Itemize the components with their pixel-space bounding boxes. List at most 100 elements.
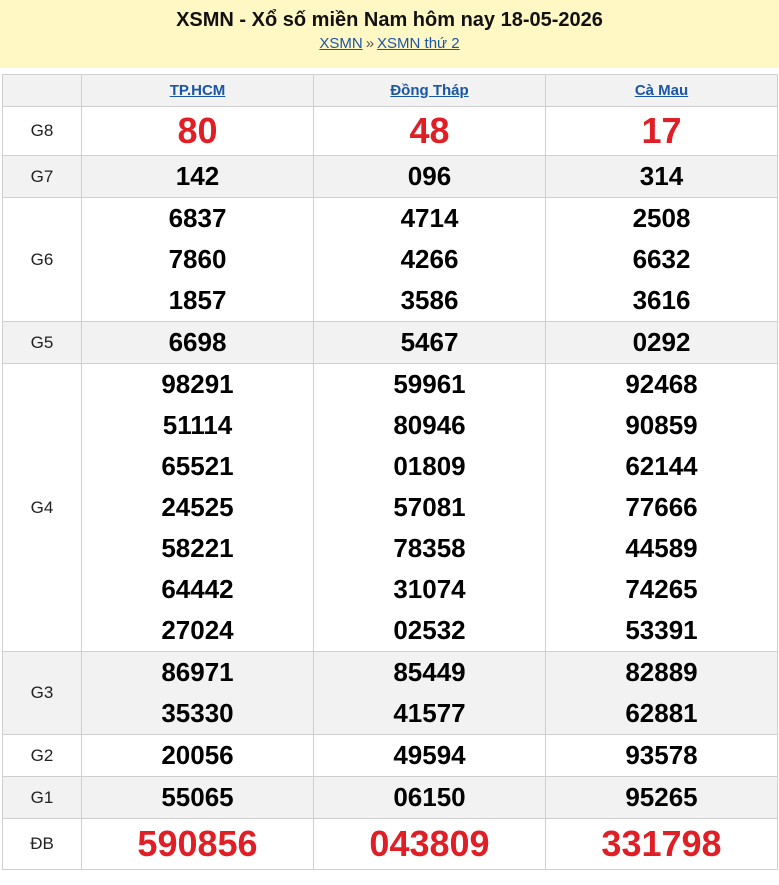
result-number: 74265 — [625, 574, 698, 604]
result-cell-dong-thap: 4714 4266 3586 — [313, 197, 546, 322]
result-number: 55065 — [161, 782, 234, 812]
result-cell-ca-mau: 2508 6632 3616 — [545, 197, 778, 322]
results-body: G8 80 48 17 G7 142 096 314 G6 6837 7860 1857 4714 426… — [2, 106, 778, 870]
result-number: 3586 — [400, 285, 459, 315]
prize-label: G6 — [2, 197, 82, 322]
result-number: 58221 — [161, 533, 234, 563]
result-cell-tphcm: 86971 35330 — [81, 651, 314, 735]
page-title: XSMN - Xổ số miền Nam hôm nay 18-05-2026 — [176, 9, 603, 31]
result-cell-tphcm: 6837 7860 1857 — [81, 197, 314, 322]
result-number: 3616 — [632, 285, 691, 315]
result-cell-ca-mau: 314 — [545, 155, 778, 198]
result-cell-tphcm: 142 — [81, 155, 314, 198]
result-number: 314 — [639, 161, 684, 191]
prize-row-db: ĐB 590856 043809 331798 — [2, 818, 778, 870]
prize-row-g1: G1 55065 06150 95265 — [2, 776, 778, 819]
result-cell-dong-thap: 49594 — [313, 734, 546, 777]
breadcrumb-link-xsmn-thu-2[interactable]: XSMN thứ 2 — [377, 35, 460, 52]
result-cell-tphcm: 6698 — [81, 321, 314, 364]
result-number: 01809 — [393, 451, 466, 481]
result-number: 4714 — [400, 203, 459, 233]
result-cell-dong-thap: 59961 80946 01809 57081 78358 31074 02532 — [313, 363, 546, 652]
result-number: 59961 — [393, 369, 466, 399]
result-cell-ca-mau: 0292 — [545, 321, 778, 364]
result-cell-tphcm: 98291 51114 65521 24525 58221 64442 27024 — [81, 363, 314, 652]
result-cell-dong-thap: 5467 — [313, 321, 546, 364]
result-number: 6632 — [632, 244, 691, 274]
result-number: 24525 — [161, 492, 234, 522]
prize-column-header — [2, 74, 82, 107]
result-number: 44589 — [625, 533, 698, 563]
prize-label: G7 — [2, 155, 82, 198]
province-link-tphcm[interactable]: TP.HCM — [170, 82, 226, 99]
result-number: 6698 — [168, 327, 227, 357]
page-header: XSMN - Xổ số miền Nam hôm nay 18-05-2026… — [0, 0, 779, 68]
prize-row-g7: G7 142 096 314 — [2, 155, 778, 198]
result-number: 77666 — [625, 492, 698, 522]
result-cell-dong-thap: 85449 41577 — [313, 651, 546, 735]
special-prize-number: 331798 — [601, 823, 722, 864]
result-number: 98291 — [161, 369, 234, 399]
province-link-ca-mau[interactable]: Cà Mau — [635, 82, 688, 99]
result-number: 82889 — [625, 657, 698, 687]
prize-row-g4: G4 98291 51114 65521 24525 58221 64442 27024 599… — [2, 363, 778, 652]
result-number: 27024 — [161, 615, 234, 645]
result-cell-ca-mau: 95265 — [545, 776, 778, 819]
province-header-tphcm: TP.HCM — [81, 74, 314, 107]
prize-label: G1 — [2, 776, 82, 819]
prize-label: G5 — [2, 321, 82, 364]
result-number: 096 — [407, 161, 452, 191]
result-number: 4266 — [400, 244, 459, 274]
result-number: 85449 — [393, 657, 466, 687]
prize-label: G2 — [2, 734, 82, 777]
result-number: 90859 — [625, 410, 698, 440]
result-number: 93578 — [625, 740, 698, 770]
result-cell-ca-mau: 92468 90859 62144 77666 44589 74265 53391 — [545, 363, 778, 652]
result-cell-tphcm: 20056 — [81, 734, 314, 777]
result-number: 80946 — [393, 410, 466, 440]
result-number: 95265 — [625, 782, 698, 812]
prize-row-g8: G8 80 48 17 — [2, 106, 778, 156]
special-prize-number: 043809 — [369, 823, 490, 864]
result-cell-tphcm: 55065 — [81, 776, 314, 819]
result-cell-tphcm: 80 — [81, 106, 314, 156]
province-header-ca-mau: Cà Mau — [545, 74, 778, 107]
result-number: 06150 — [393, 782, 466, 812]
province-header-row: TP.HCM Đồng Tháp Cà Mau — [2, 74, 778, 107]
result-number: 142 — [175, 161, 220, 191]
result-cell-dong-thap: 096 — [313, 155, 546, 198]
result-number: 20056 — [161, 740, 234, 770]
result-cell-dong-thap: 06150 — [313, 776, 546, 819]
result-number: 92468 — [625, 369, 698, 399]
result-cell-tphcm: 590856 — [81, 818, 314, 870]
prize-row-g3: G3 86971 35330 85449 41577 82889 62881 — [2, 651, 778, 735]
province-link-dong-thap[interactable]: Đồng Tháp — [390, 82, 468, 99]
result-number: 2508 — [632, 203, 691, 233]
prize-label: G3 — [2, 651, 82, 735]
breadcrumb-link-xsmn[interactable]: XSMN — [319, 35, 362, 52]
result-number: 1857 — [168, 285, 227, 315]
result-number: 64442 — [161, 574, 234, 604]
result-number: 51114 — [162, 410, 233, 440]
result-cell-dong-thap: 043809 — [313, 818, 546, 870]
prize-label: ĐB — [2, 818, 82, 870]
result-number: 0292 — [632, 327, 691, 357]
result-cell-ca-mau: 17 — [545, 106, 778, 156]
special-prize-number: 590856 — [137, 823, 258, 864]
prize-row-g6: G6 6837 7860 1857 4714 4266 3586 2508 6632 3616 — [2, 197, 778, 322]
breadcrumb-separator: » — [365, 35, 375, 52]
province-header-dong-thap: Đồng Tháp — [313, 74, 546, 107]
result-number: 7860 — [168, 244, 227, 274]
result-number: 49594 — [393, 740, 466, 770]
result-cell-ca-mau: 82889 62881 — [545, 651, 778, 735]
prize-label: G4 — [2, 363, 82, 652]
result-number: 17 — [641, 110, 682, 151]
result-number: 35330 — [161, 698, 234, 728]
result-number: 53391 — [625, 615, 698, 645]
result-cell-dong-thap: 48 — [313, 106, 546, 156]
breadcrumb: XSMN» XSMN thứ 2 — [0, 34, 779, 54]
result-number: 62144 — [625, 451, 698, 481]
result-number: 5467 — [400, 327, 459, 357]
result-cell-ca-mau: 93578 — [545, 734, 778, 777]
result-number: 41577 — [393, 698, 466, 728]
